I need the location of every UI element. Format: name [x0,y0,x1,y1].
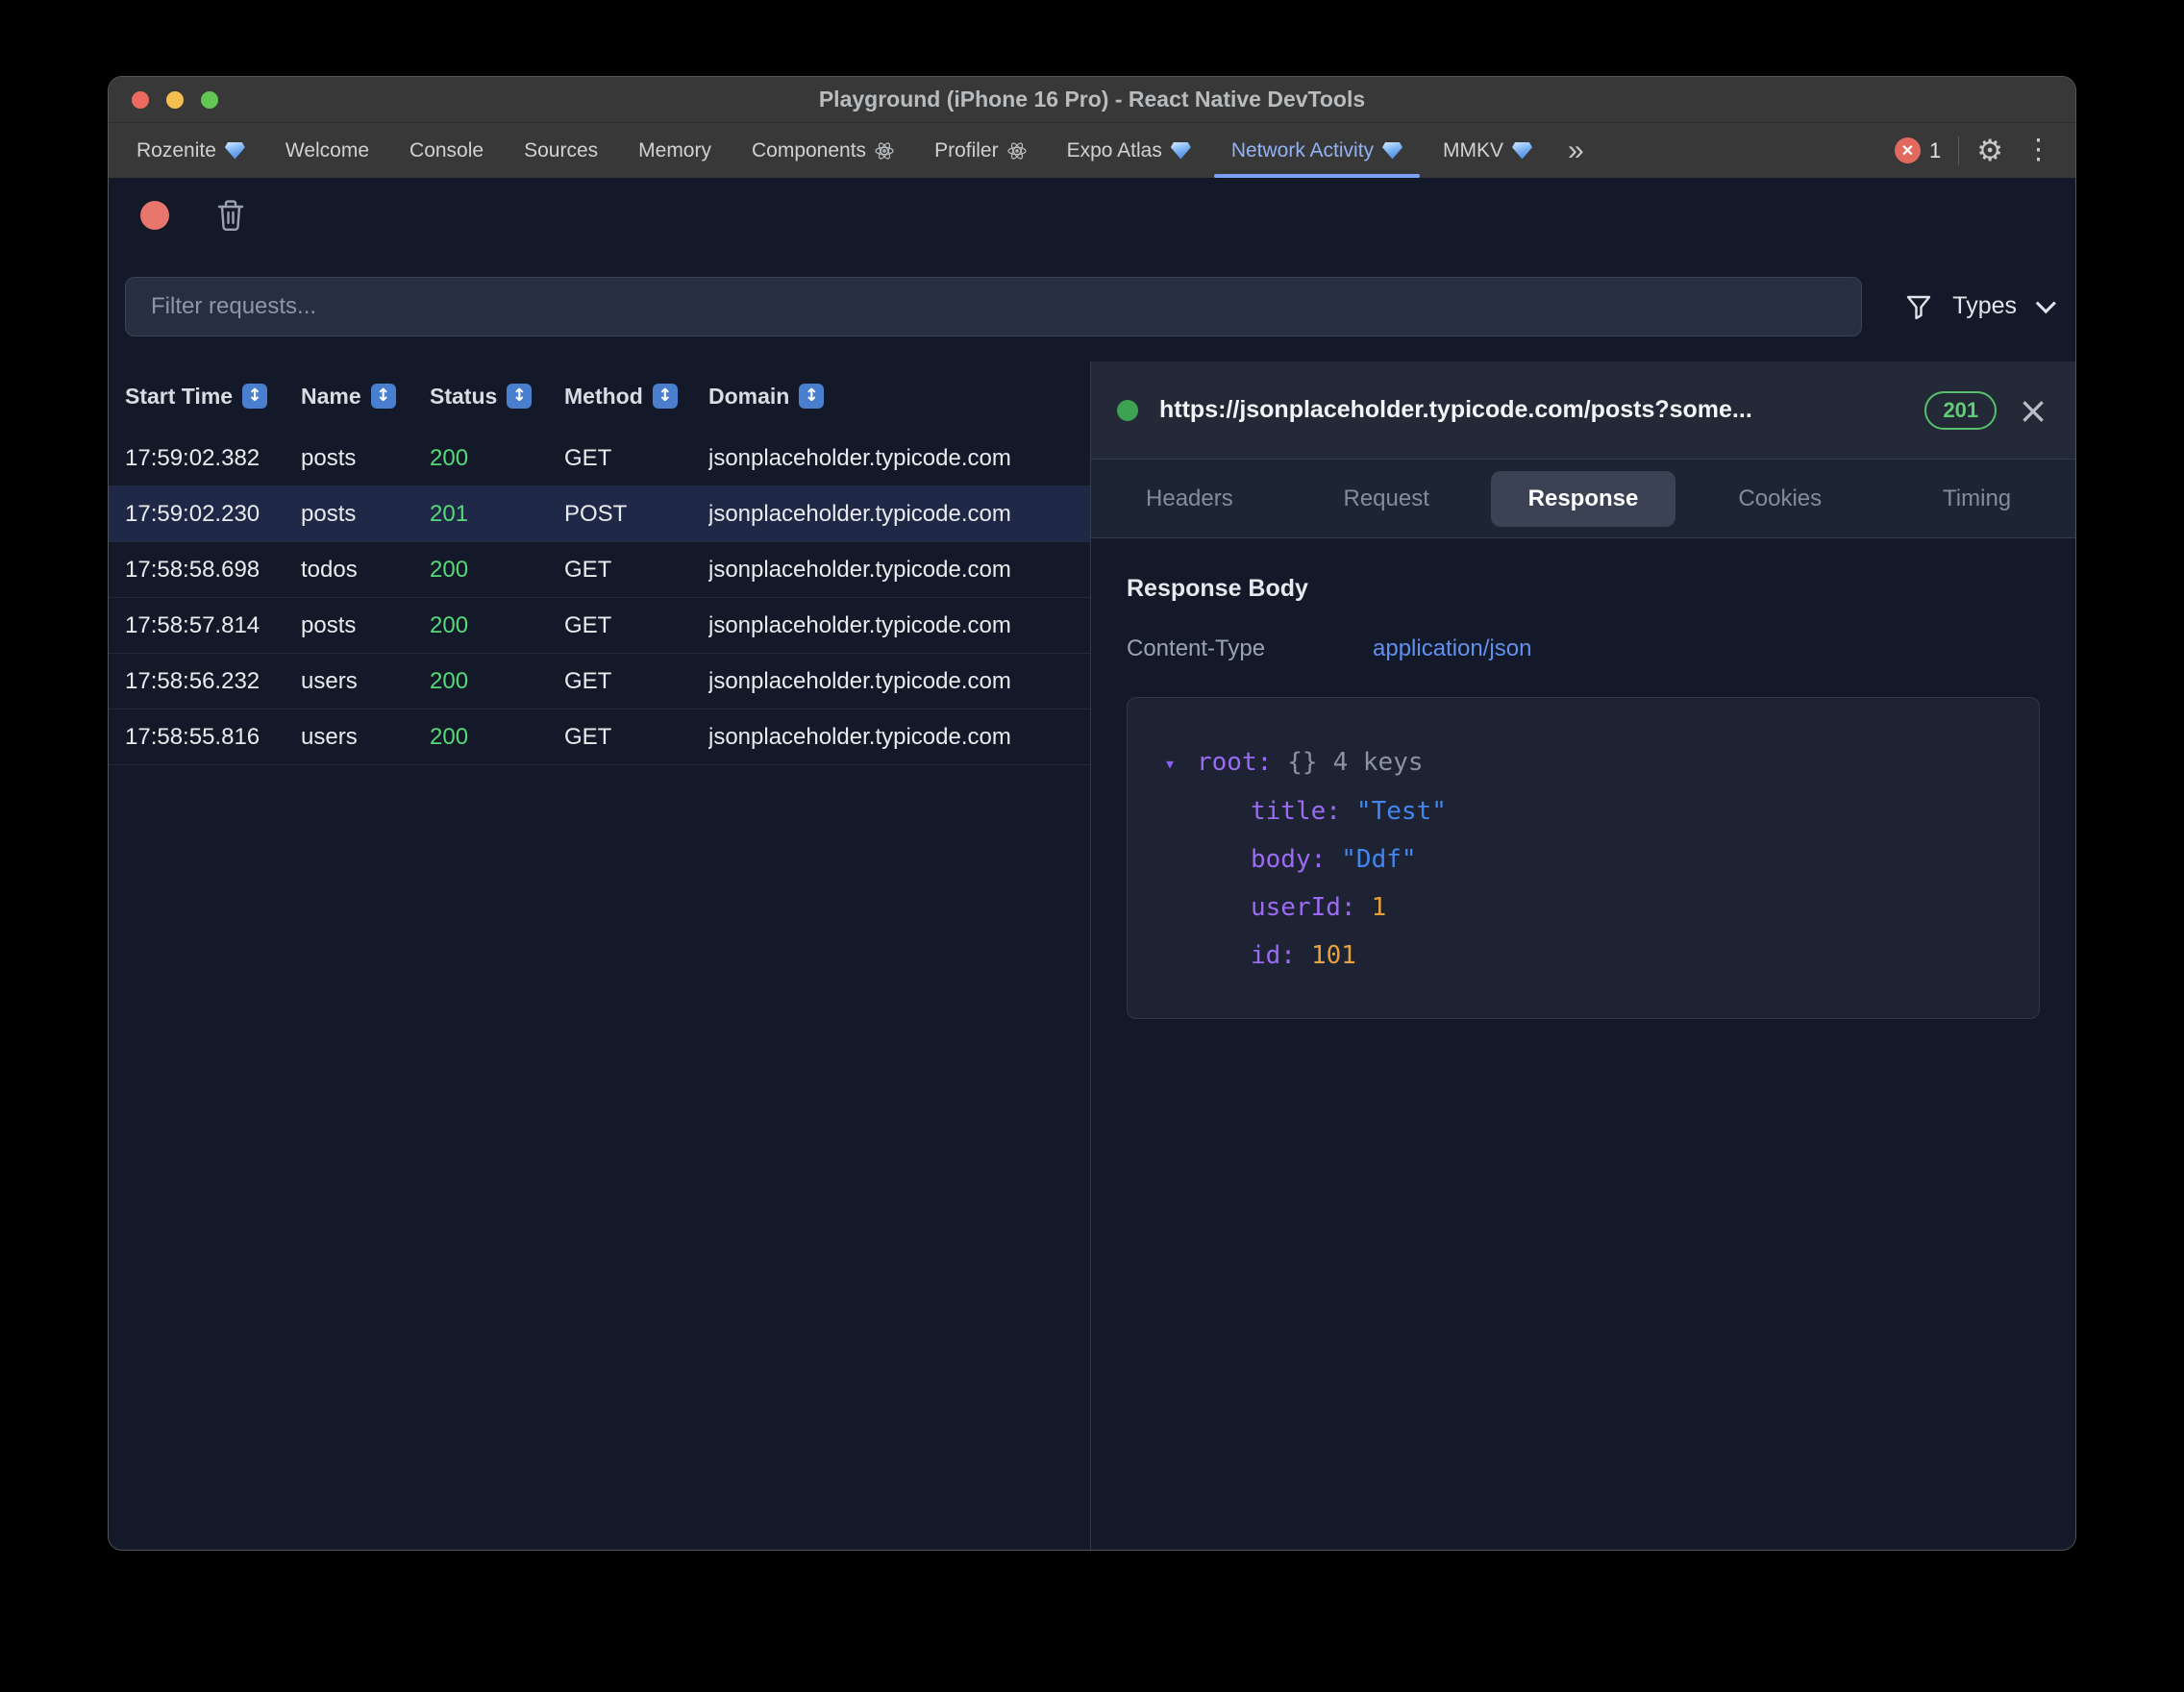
gem-icon [1512,142,1532,160]
table-row-selected[interactable]: 17:59:02.230 posts 201 POST jsonplacehol… [109,486,1090,542]
detail-tabs: Headers Request Response Cookies Timing [1091,460,2075,538]
network-toolbar [109,179,2075,251]
header-status[interactable]: Status ↕ [430,384,564,410]
tab-network-activity[interactable]: Network Activity [1211,123,1423,178]
network-activity-panel: Types Start Time ↕ Name ↕ Status [109,179,2075,1550]
chevron-down-icon [2036,293,2056,313]
react-atom-icon [875,141,894,161]
status-dot-icon [1117,400,1138,421]
tab-mmkv[interactable]: MMKV [1423,123,1552,178]
response-tab-content: Response Body Content-Type application/j… [1091,538,2075,1550]
minimize-window-button[interactable] [166,91,184,109]
sort-icon: ↕ [242,384,267,409]
detail-tab-headers[interactable]: Headers [1091,471,1288,527]
filter-requests-input[interactable] [125,277,1862,336]
content-type-row: Content-Type application/json [1127,635,2040,662]
tab-memory[interactable]: Memory [618,123,732,178]
json-entry: id:101 [1164,932,2002,980]
request-url: https://jsonplaceholder.typicode.com/pos… [1159,396,1903,424]
gem-icon [1382,142,1402,160]
request-url-header: https://jsonplaceholder.typicode.com/pos… [1091,361,2075,460]
json-response-viewer: ▾root:{}4 keys title:"Test" body:"Ddf" u… [1127,697,2040,1019]
response-body-heading: Response Body [1127,575,2040,603]
tab-welcome[interactable]: Welcome [265,123,389,178]
table-row[interactable]: 17:58:55.816 users 200 GET jsonplacehold… [109,709,1090,765]
table-row[interactable]: 17:58:56.232 users 200 GET jsonplacehold… [109,654,1090,709]
funnel-icon [1904,292,1933,321]
window-title: Playground (iPhone 16 Pro) - React Nativ… [819,87,1365,112]
detail-tab-response[interactable]: Response [1485,471,1682,527]
tab-sources[interactable]: Sources [504,123,618,178]
error-count: 1 [1929,138,1941,163]
tab-rozenite[interactable]: Rozenite [116,123,265,178]
record-button[interactable] [140,201,169,230]
table-row[interactable]: 17:58:58.698 todos 200 GET jsonplacehold… [109,542,1090,598]
tab-profiler[interactable]: Profiler [914,123,1047,178]
detail-tab-cookies[interactable]: Cookies [1681,471,1878,527]
collapse-arrow-icon[interactable]: ▾ [1164,739,1197,787]
error-count-badge[interactable]: ✕ 1 [1895,137,1941,163]
header-name[interactable]: Name ↕ [301,384,430,410]
detail-tab-timing[interactable]: Timing [1878,471,2075,527]
close-window-button[interactable] [132,91,149,109]
more-tabs-button[interactable]: » [1552,123,1600,178]
sort-icon: ↕ [507,384,532,409]
table-row[interactable]: 17:58:57.814 posts 200 GET jsonplacehold… [109,598,1090,654]
kebab-menu-icon[interactable]: ⋮ [2021,137,2056,164]
table-header-row: Start Time ↕ Name ↕ Status ↕ Method ↕ [109,361,1090,431]
json-entry: title:"Test" [1164,787,2002,835]
json-entry: body:"Ddf" [1164,835,2002,883]
clear-requests-button[interactable] [215,198,246,233]
header-domain[interactable]: Domain ↕ [708,384,1090,410]
table-row[interactable]: 17:59:02.382 posts 200 GET jsonplacehold… [109,431,1090,486]
header-start-time[interactable]: Start Time ↕ [109,384,301,410]
tabbar-right-controls: ✕ 1 ⚙ ⋮ [1895,123,2075,178]
detail-tab-request[interactable]: Request [1288,471,1485,527]
header-method[interactable]: Method ↕ [564,384,708,410]
split-view: Start Time ↕ Name ↕ Status ↕ Method ↕ [109,361,2075,1550]
react-atom-icon [1007,141,1027,161]
gem-icon [225,142,245,160]
gem-icon [1171,142,1191,160]
sort-icon: ↕ [371,384,396,409]
request-details-panel: https://jsonplaceholder.typicode.com/pos… [1091,361,2075,1550]
filter-bar: Types [109,251,2075,361]
settings-gear-icon[interactable]: ⚙ [1976,136,2003,165]
separator [1958,137,1959,165]
json-entry: userId:1 [1164,883,2002,932]
request-list: Start Time ↕ Name ↕ Status ↕ Method ↕ [109,361,1091,1550]
tab-console[interactable]: Console [389,123,504,178]
sort-icon: ↕ [653,384,678,409]
chevron-double-right-icon: » [1568,135,1584,167]
traffic-lights [132,77,218,122]
status-code-badge: 201 [1924,391,1997,430]
sort-icon: ↕ [799,384,824,409]
content-type-label: Content-Type [1127,635,1373,662]
types-filter-dropdown[interactable]: Types [1904,292,2050,321]
types-label: Types [1952,292,2017,320]
devtools-window: Playground (iPhone 16 Pro) - React Nativ… [109,77,2075,1550]
tab-expo-atlas[interactable]: Expo Atlas [1047,123,1211,178]
zoom-window-button[interactable] [201,91,218,109]
close-icon[interactable]: × [2018,392,2048,429]
title-bar: Playground (iPhone 16 Pro) - React Nativ… [109,77,2075,122]
tab-components[interactable]: Components [732,123,914,178]
trash-icon [215,198,246,233]
devtools-tab-bar: Rozenite Welcome Console Sources Memory … [109,122,2075,178]
error-icon: ✕ [1895,137,1921,163]
content-type-value: application/json [1373,635,1531,662]
json-root-line[interactable]: ▾root:{}4 keys [1164,738,2002,787]
